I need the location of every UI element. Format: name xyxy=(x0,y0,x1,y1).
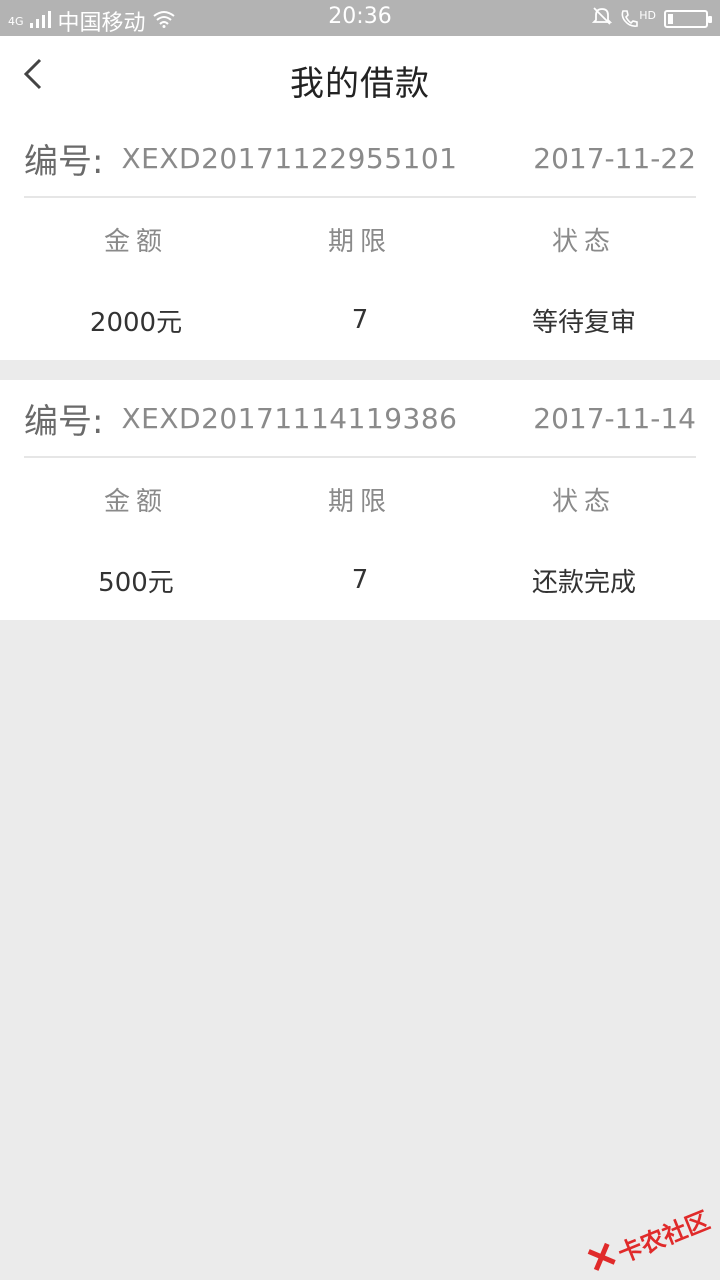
loan-card[interactable]: 编号: XEXD20171122955101 2017-11-22 金额 期限 … xyxy=(0,120,720,360)
loan-amount: 500元 xyxy=(98,567,174,598)
loan-term: 7 xyxy=(351,305,369,335)
loan-date: 2017-11-22 xyxy=(533,141,696,175)
loan-card-top: 编号: XEXD20171114119386 2017-11-14 xyxy=(24,380,696,458)
loan-value-row: 2000元 7 等待复审 xyxy=(24,280,696,360)
loan-card[interactable]: 编号: XEXD20171114119386 2017-11-14 金额 期限 … xyxy=(0,380,720,620)
status-header: 状态 xyxy=(551,486,616,517)
loan-id-label: 编号: xyxy=(24,141,104,182)
loan-date: 2017-11-14 xyxy=(533,401,696,435)
battery-icon xyxy=(664,10,712,28)
nav-header: 我的借款 xyxy=(0,36,720,120)
amount-header: 金额 xyxy=(103,226,168,257)
amount-header: 金额 xyxy=(103,486,168,517)
loan-term: 7 xyxy=(351,565,369,595)
status-header: 状态 xyxy=(551,226,616,257)
hd-label: HD xyxy=(639,9,656,22)
term-header: 期限 xyxy=(327,486,392,517)
page-title: 我的借款 xyxy=(290,64,430,104)
status-right: HD xyxy=(592,6,712,32)
loan-id-label: 编号: xyxy=(24,401,104,442)
loan-header-row: 金额 期限 状态 xyxy=(24,198,696,280)
bell-muted-icon xyxy=(592,6,613,32)
loan-value-row: 500元 7 还款完成 xyxy=(24,540,696,620)
battery-level xyxy=(668,14,673,24)
loan-id: XEXD20171122955101 xyxy=(121,141,458,175)
loan-amount: 2000元 xyxy=(89,307,183,338)
phone-hd-icon: HD xyxy=(620,9,656,29)
watermark: 卡农社区 xyxy=(584,1201,714,1280)
loan-header-row: 金额 期限 状态 xyxy=(24,458,696,540)
status-bar: 4G 中国移动 20:36 HD xyxy=(0,0,720,36)
term-header: 期限 xyxy=(327,226,392,257)
loan-status: 等待复审 xyxy=(531,307,636,338)
loan-card-top: 编号: XEXD20171122955101 2017-11-22 xyxy=(24,120,696,198)
watermark-text: 卡农社区 xyxy=(614,1206,714,1269)
loan-id: XEXD20171114119386 xyxy=(121,401,458,435)
loan-status: 还款完成 xyxy=(531,567,636,598)
